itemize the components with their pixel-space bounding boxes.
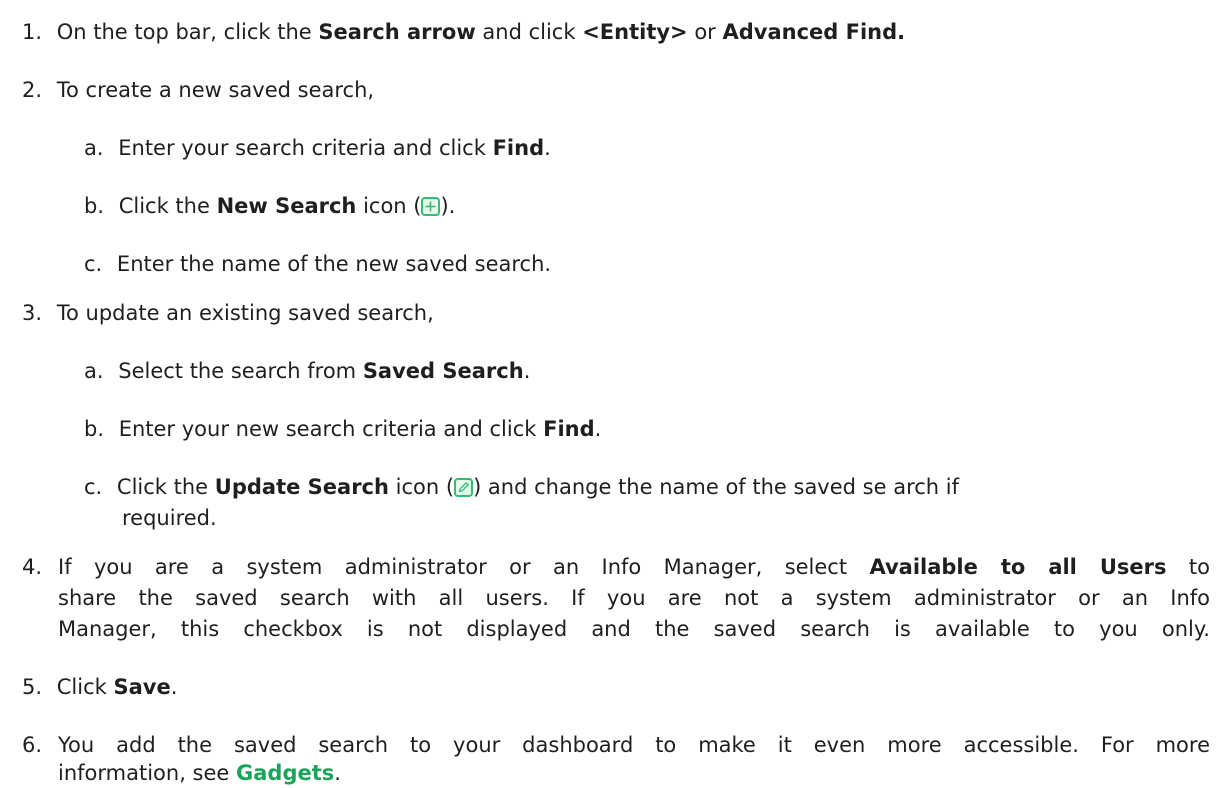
step-text: to (1166, 555, 1210, 579)
step-number: 4. (22, 555, 43, 579)
step-4-number: 4. (22, 552, 42, 582)
step-3: 3. To update an existing saved search, (22, 298, 434, 328)
step-number: 6. (22, 733, 43, 757)
step-text: To create a new saved search, (56, 78, 375, 102)
step-text: On the top bar, click the (56, 20, 319, 44)
substep-bold: Find (543, 417, 595, 441)
step-number: 1. (22, 20, 43, 44)
substep-letter: c. (84, 475, 103, 499)
step-bold: Advanced Find. (722, 20, 906, 44)
substep-text: Click the (116, 475, 215, 499)
step-4-line-1: If you are a system administrator or an … (58, 552, 1210, 582)
pencil-icon (454, 478, 474, 497)
step-bold: Search arrow (318, 20, 476, 44)
substep-text: icon ( (356, 194, 422, 218)
step-6-line-2: information, see Gadgets. (58, 758, 341, 788)
substep-text: Enter your new search criteria and click (118, 417, 544, 441)
step-2a: a. Enter your search criteria and click … (84, 133, 551, 163)
substep-text: Enter your search criteria and click (118, 136, 493, 160)
step-text: . (170, 675, 178, 699)
plus-icon (421, 197, 441, 216)
substep-letter: c. (84, 252, 103, 276)
substep-text: icon ( (388, 475, 455, 499)
step-text: You add the saved search to your dashboa… (58, 733, 1210, 757)
substep-bold: Update Search (214, 475, 389, 499)
substep-text: Select the search from (118, 359, 363, 383)
step-6-number: 6. (22, 730, 42, 760)
substep-text: Click the (118, 194, 217, 218)
instructions-document: 1. On the top bar, click the Search arro… (0, 0, 1228, 787)
substep-letter: a. (84, 136, 104, 160)
step-text: To update an existing saved search, (56, 301, 434, 325)
substep-text: . (523, 359, 531, 383)
step-text: If you are a system administrator or an … (58, 555, 870, 579)
step-2b: b. Click the New Search icon (). (84, 191, 455, 221)
step-number: 5. (22, 675, 43, 699)
step-bold: Available to all Users (869, 555, 1167, 579)
step-5: 5. Click Save. (22, 672, 177, 702)
substep-bold: Saved Search (362, 359, 524, 383)
step-text: Click (56, 675, 114, 699)
substep-text: Enter the name of the new saved search. (116, 252, 552, 276)
substep-text: ). (440, 194, 456, 218)
substep-text: ) and change the name of the saved se ar… (473, 475, 959, 499)
step-4-line-2: share the saved search with all users. I… (58, 583, 1210, 613)
step-2c: c. Enter the name of the new saved searc… (84, 249, 551, 279)
step-text: or (687, 20, 723, 44)
substep-bold: New Search (216, 194, 357, 218)
substep-letter: a. (84, 359, 104, 383)
substep-text: required. (122, 506, 217, 530)
step-bold: <Entity> (582, 20, 688, 44)
step-4-line-3: Manager, this checkbox is not displayed … (58, 614, 1210, 644)
step-3c-continuation: required. (122, 503, 217, 533)
step-6-line-1: You add the saved search to your dashboa… (58, 730, 1210, 760)
step-bold: Save (113, 675, 171, 699)
gadgets-link[interactable]: Gadgets (236, 761, 334, 785)
step-3a: a. Select the search from Saved Search. (84, 356, 530, 386)
step-3c: c. Click the Update Search icon ( ) and c… (84, 472, 959, 502)
step-3b: b. Enter your new search criteria and cl… (84, 414, 601, 444)
step-number: 3. (22, 301, 43, 325)
step-2: 2. To create a new saved search, (22, 75, 374, 105)
substep-text: . (544, 136, 551, 160)
step-1: 1. On the top bar, click the Search arro… (22, 17, 905, 47)
step-text: information, see (58, 761, 237, 785)
substep-bold: Find (492, 136, 545, 160)
step-number: 2. (22, 78, 43, 102)
step-text: Manager, this checkbox is not displayed … (58, 617, 1210, 641)
substep-letter: b. (84, 417, 105, 441)
step-text: and click (475, 20, 583, 44)
substep-letter: b. (84, 194, 105, 218)
step-text: . (334, 761, 341, 785)
substep-text: . (594, 417, 602, 441)
step-text: share the saved search with all users. I… (58, 586, 1210, 610)
